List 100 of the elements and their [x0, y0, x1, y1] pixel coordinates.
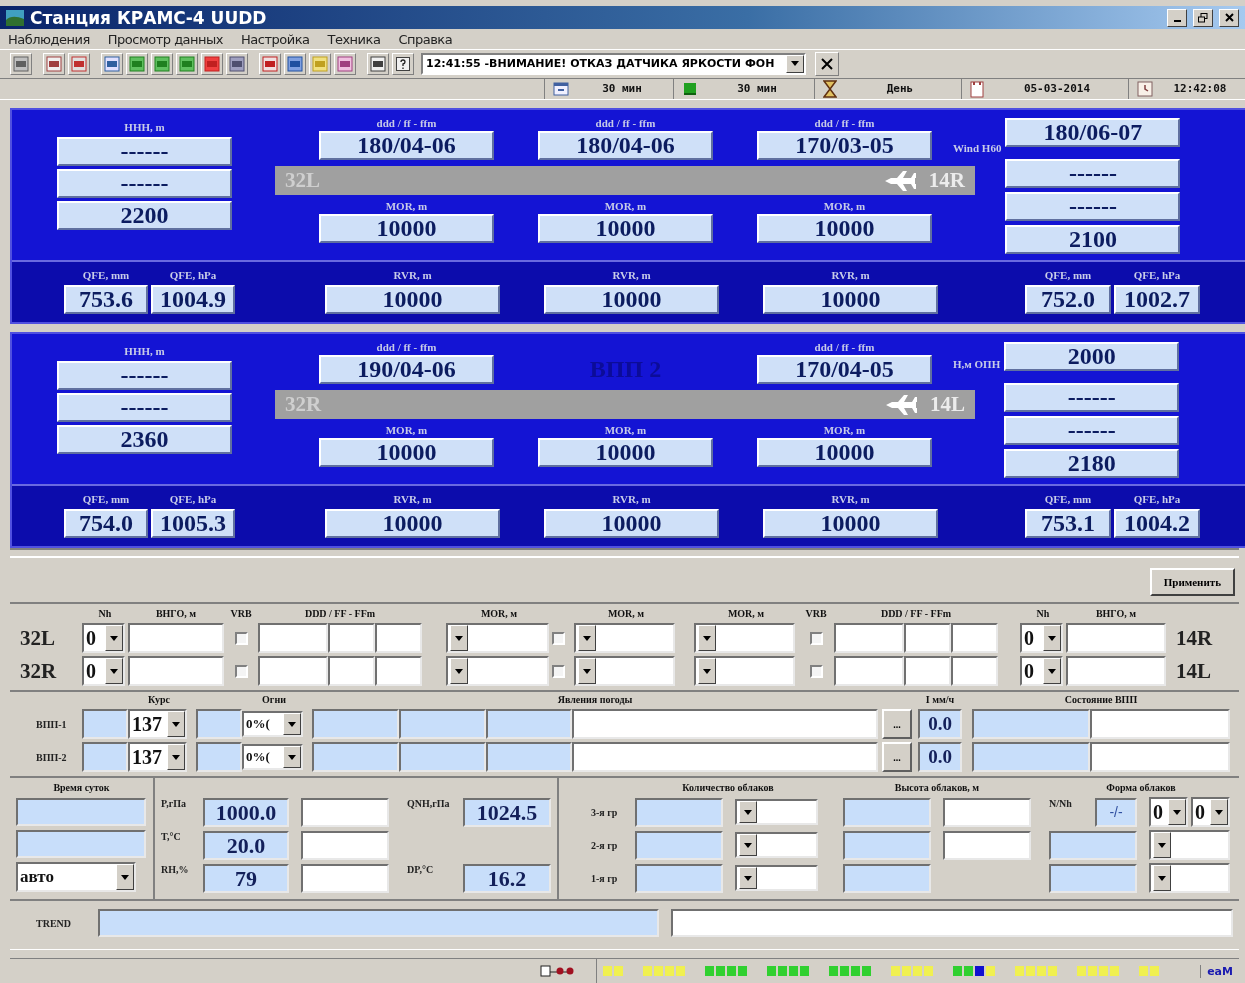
input-field[interactable] [258, 656, 328, 686]
input-field[interactable] [834, 656, 904, 686]
input-field[interactable] [1049, 863, 1137, 893]
menu-item[interactable]: Справка [398, 31, 453, 47]
checkbox[interactable] [552, 631, 565, 645]
input-field[interactable] [943, 797, 1031, 827]
input-field[interactable] [670, 909, 1233, 937]
dropdown[interactable] [1149, 863, 1230, 893]
input-field[interactable] [1090, 709, 1230, 739]
toolbar-button[interactable] [367, 52, 389, 75]
dropdown[interactable]: 0 [1191, 797, 1230, 827]
toolbar-button[interactable] [334, 52, 356, 75]
input-field[interactable] [843, 830, 931, 860]
input-field[interactable] [399, 742, 486, 772]
toolbar-button[interactable] [226, 52, 248, 75]
toolbar-button[interactable] [176, 52, 198, 75]
close-button[interactable] [1219, 8, 1239, 27]
input-field[interactable] [82, 709, 128, 739]
dropdown[interactable]: 0%( [242, 711, 303, 737]
toolbar-button[interactable] [201, 52, 223, 75]
input-field[interactable] [301, 798, 389, 827]
input-field[interactable] [258, 623, 328, 653]
dropdown[interactable] [446, 656, 549, 686]
input-field[interactable] [834, 623, 904, 653]
input-field[interactable] [951, 623, 998, 653]
input-field[interactable] [486, 742, 572, 772]
dropdown[interactable]: авто [16, 862, 136, 892]
checkbox[interactable] [552, 664, 565, 678]
dropdown[interactable] [694, 623, 795, 653]
checkbox[interactable] [809, 664, 823, 678]
input-field[interactable] [128, 656, 224, 686]
dropdown[interactable]: 0 [1149, 797, 1188, 827]
maximize-button[interactable] [1193, 8, 1213, 27]
input-field[interactable] [843, 863, 931, 893]
input-field[interactable] [1049, 830, 1137, 860]
input-field[interactable] [16, 830, 146, 858]
dropdown[interactable]: 0 [1020, 623, 1063, 653]
input-field[interactable] [843, 797, 931, 827]
input-field[interactable] [82, 742, 128, 772]
menu-item[interactable]: Просмотр данных [107, 31, 224, 47]
minimize-button[interactable] [1167, 8, 1187, 27]
input-field[interactable] [375, 656, 422, 686]
toolbar-button[interactable] [284, 52, 306, 75]
toolbar-button[interactable] [68, 52, 90, 75]
more-button[interactable]: ... [882, 709, 912, 739]
toolbar-button[interactable] [10, 52, 32, 75]
toolbar-button[interactable] [126, 52, 148, 75]
toolbar-button[interactable] [259, 52, 281, 75]
dropdown[interactable] [574, 656, 675, 686]
input-field[interactable] [486, 709, 572, 739]
toolbar-button[interactable] [101, 52, 123, 75]
dropdown[interactable] [735, 799, 818, 825]
input-field[interactable] [128, 623, 224, 653]
input-field[interactable] [301, 864, 389, 893]
more-button[interactable]: ... [882, 742, 912, 772]
input-field[interactable] [1066, 623, 1166, 653]
input-field[interactable] [635, 797, 723, 827]
checkbox[interactable] [234, 664, 248, 678]
input-field[interactable] [328, 656, 375, 686]
dropdown[interactable] [735, 865, 818, 891]
help-button[interactable] [392, 52, 414, 75]
input-field[interactable] [972, 742, 1090, 772]
input-field[interactable] [312, 709, 399, 739]
input-field[interactable] [635, 830, 723, 860]
dropdown[interactable] [446, 623, 549, 653]
menu-item[interactable]: Техника [327, 31, 381, 47]
dropdown[interactable] [735, 832, 818, 858]
input-field[interactable] [904, 623, 951, 653]
checkbox[interactable] [234, 631, 248, 645]
toolbar-button[interactable] [43, 52, 65, 75]
dropdown[interactable]: 0%( [242, 744, 303, 770]
dismiss-button[interactable] [815, 51, 839, 76]
input-field[interactable] [328, 623, 375, 653]
input-field[interactable] [904, 656, 951, 686]
input-field[interactable] [972, 709, 1090, 739]
menu-item[interactable]: Настройка [241, 31, 310, 47]
input-field[interactable] [572, 709, 878, 739]
apply-button[interactable]: Применить [1149, 568, 1235, 596]
input-field[interactable] [635, 863, 723, 893]
dropdown[interactable]: 0 [1020, 656, 1063, 686]
dropdown[interactable] [574, 623, 675, 653]
input-field[interactable] [196, 709, 242, 739]
dropdown[interactable] [1149, 830, 1230, 860]
input-field[interactable] [375, 623, 422, 653]
input-field[interactable] [951, 656, 998, 686]
input-field[interactable] [16, 798, 146, 826]
toolbar-button[interactable] [151, 52, 173, 75]
dropdown[interactable]: 137 [128, 742, 187, 772]
message-dropdown[interactable]: 12:41:55 -ВНИМАНИЕ! ОТКАЗ ДАТЧИКА ЯРКОСТИ ФОН [421, 52, 806, 75]
menu-item[interactable]: Наблюдения [8, 31, 90, 47]
input-field[interactable] [312, 742, 399, 772]
input-field[interactable] [301, 831, 389, 860]
input-field[interactable] [399, 709, 486, 739]
input-field[interactable] [1090, 742, 1230, 772]
input-field[interactable] [572, 742, 878, 772]
input-field[interactable] [97, 909, 659, 937]
input-field[interactable] [943, 830, 1031, 860]
dropdown[interactable]: 0 [82, 656, 125, 686]
input-field[interactable] [196, 742, 242, 772]
dropdown[interactable]: 0 [82, 623, 125, 653]
